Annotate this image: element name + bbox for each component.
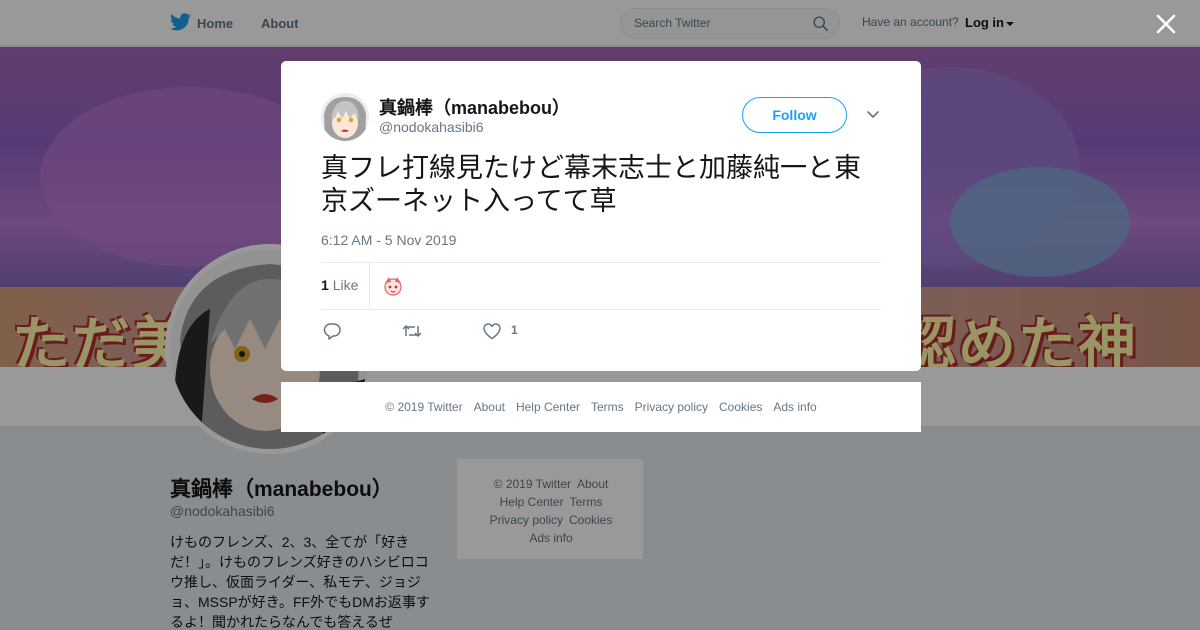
like-stat-count: 1 [321,277,329,293]
follow-button[interactable]: Follow [742,97,847,133]
retweet-icon[interactable] [402,322,422,340]
footer-link-terms[interactable]: Terms [591,400,624,414]
tweet-author-name[interactable]: 真鍋棒（manabebou） [379,94,570,120]
footer-link-cookies[interactable]: Cookies [719,400,762,414]
tweet-author-handle[interactable]: @nodokahasibi6 [379,119,484,135]
tweet-author-avatar[interactable] [321,93,369,141]
footer-link-ads-info[interactable]: Ads info [773,400,816,414]
author-avatar-illustration [321,93,369,141]
stats-vertical-divider [369,263,370,309]
modal-footer: © 2019 Twitter About Help Center Terms P… [281,382,921,432]
tweet-timestamp[interactable]: 6:12 AM - 5 Nov 2019 [321,232,456,248]
tweet-text: 真フレ打線見たけど幕末志士と加藤純一と東京ズーネット入ってて草 [321,153,861,216]
stats-divider-bottom [321,309,881,310]
heart-icon[interactable] [482,322,502,340]
close-icon[interactable] [1154,12,1178,36]
liker-avatar[interactable] [381,274,405,298]
like-stat-label: Like [332,277,359,293]
footer-copyright: © 2019 Twitter [385,400,463,414]
footer-link-privacy[interactable]: Privacy policy [635,400,708,414]
like-stat[interactable]: 1 Like [321,277,358,293]
stats-divider-top [321,262,881,263]
footer-link-help-center[interactable]: Help Center [516,400,580,414]
like-action-count: 1 [511,323,518,337]
tweet-modal: 真鍋棒（manabebou） @nodokahasibi6 Follow 真フレ… [281,61,921,371]
reply-icon[interactable] [322,322,342,340]
liker-avatar-illustration [381,274,405,298]
footer-link-about[interactable]: About [474,400,505,414]
chevron-down-icon[interactable] [866,110,880,120]
